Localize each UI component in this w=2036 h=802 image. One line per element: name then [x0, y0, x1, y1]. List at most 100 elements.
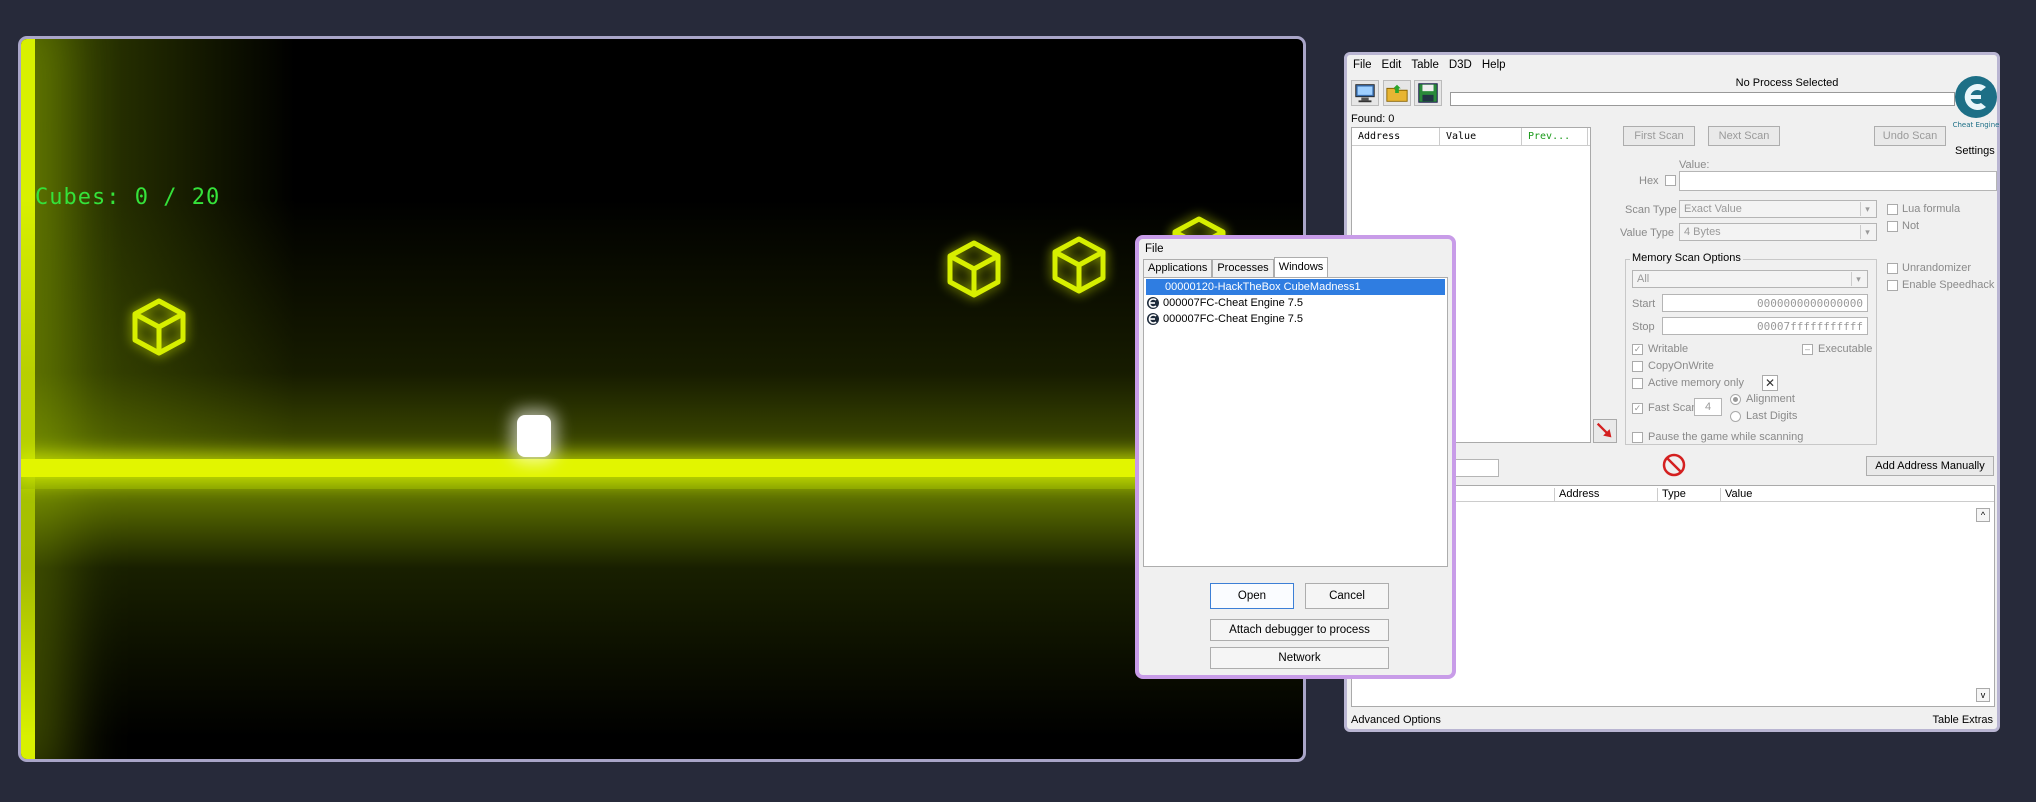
save-icon [1418, 83, 1438, 103]
stop-scan-button[interactable] [1661, 453, 1687, 477]
value-type-value: 4 Bytes [1684, 226, 1721, 238]
tab-applications[interactable]: Applications [1143, 259, 1213, 277]
stop-address-input[interactable]: 00007fffffffffff [1662, 317, 1868, 335]
lua-formula-label: Lua formula [1902, 203, 1961, 215]
executable-label: Executable [1818, 343, 1873, 355]
scan-type-label: Scan Type [1625, 204, 1677, 216]
unrandomizer-label: Unrandomizer [1902, 262, 1972, 274]
alignment-label: Alignment [1746, 393, 1795, 405]
executable-checkbox[interactable]: – [1802, 344, 1813, 355]
not-checkbox[interactable] [1887, 221, 1898, 232]
menu-file[interactable]: File [1353, 59, 1372, 75]
scan-type-value: Exact Value [1684, 203, 1742, 215]
hex-label: Hex [1639, 175, 1659, 187]
memory-region-value: All [1637, 273, 1650, 285]
column-type[interactable]: Type [1657, 488, 1719, 502]
pause-game-label: Pause the game while scanning [1648, 431, 1804, 443]
undo-scan-button[interactable]: Undo Scan [1874, 126, 1946, 146]
column-address[interactable]: Address [1554, 488, 1654, 502]
scroll-down-icon[interactable]: v [1976, 688, 1990, 702]
fast-scan-input[interactable]: 4 [1694, 398, 1722, 416]
cheat-engine-icon [1147, 297, 1159, 309]
unrandomizer-checkbox[interactable] [1887, 263, 1898, 274]
process-name: 000007FC-Cheat Engine 7.5 [1163, 297, 1304, 309]
scan-value-input[interactable] [1679, 171, 1997, 191]
column-address[interactable]: Address [1352, 128, 1440, 145]
column-value[interactable]: Value [1440, 128, 1522, 145]
process-row[interactable]: 00000120-HackTheBox CubeMadness1 [1146, 279, 1445, 295]
process-list[interactable]: 00000120-HackTheBox CubeMadness1 000007F… [1143, 277, 1448, 567]
menu-help[interactable]: Help [1482, 59, 1506, 75]
stop-label: Stop [1632, 321, 1655, 333]
last-digits-label: Last Digits [1746, 410, 1798, 422]
neon-floor [21, 459, 1303, 477]
fast-scan-checkbox[interactable]: ✓ [1632, 403, 1643, 414]
menu-table[interactable]: Table [1411, 59, 1439, 75]
cube-counter: Cubes: 0 / 20 [35, 185, 221, 210]
computer-icon [1355, 84, 1375, 103]
wireframe-cube-icon [131, 297, 187, 357]
writable-label: Writable [1648, 343, 1689, 355]
process-row[interactable]: 000007FC-Cheat Engine 7.5 [1144, 311, 1447, 327]
active-memory-label: Active memory only [1648, 377, 1744, 389]
process-row[interactable]: 000007FC-Cheat Engine 7.5 [1144, 295, 1447, 311]
fast-scan-label: Fast Scan [1648, 402, 1698, 414]
wireframe-cube-icon [1051, 235, 1107, 295]
dialog-title[interactable]: File [1145, 243, 1164, 255]
start-address-input[interactable]: 0000000000000000 [1662, 294, 1868, 312]
column-value[interactable]: Value [1720, 488, 1920, 502]
value-type-select[interactable]: 4 Bytes ▾ [1679, 223, 1877, 241]
writable-checkbox[interactable]: ✓ [1632, 344, 1643, 355]
found-list-header: Address Value Prev... [1352, 128, 1590, 146]
chevron-down-icon: ▾ [1851, 272, 1865, 286]
next-scan-button[interactable]: Next Scan [1708, 126, 1780, 146]
memory-scan-options: Memory Scan Options All ▾ Start 000000000… [1625, 252, 1877, 445]
game-window[interactable]: Cubes: 0 / 20 [18, 36, 1306, 762]
cheat-engine-logo[interactable]: Cheat Engine [1953, 73, 1999, 131]
hex-checkbox[interactable] [1665, 175, 1676, 186]
table-extras-link[interactable]: Table Extras [1932, 714, 1993, 726]
chevron-down-icon: ▾ [1860, 225, 1874, 239]
open-button[interactable]: Open [1210, 583, 1294, 609]
network-button[interactable]: Network [1210, 647, 1389, 669]
menu-edit[interactable]: Edit [1382, 59, 1402, 75]
attach-debugger-button[interactable]: Attach debugger to process [1210, 619, 1389, 641]
cancel-button[interactable]: Cancel [1305, 583, 1389, 609]
column-previous[interactable]: Prev... [1522, 128, 1588, 145]
value-type-label: Value Type [1620, 227, 1675, 239]
scan-type-select[interactable]: Exact Value ▾ [1679, 200, 1877, 218]
save-button[interactable] [1414, 80, 1442, 106]
not-label: Not [1902, 220, 1920, 232]
scan-progress-bar [1450, 92, 1955, 106]
wireframe-cube-icon [946, 239, 1002, 299]
active-memory-checkbox[interactable] [1632, 378, 1643, 389]
alignment-radio[interactable] [1730, 394, 1741, 405]
open-file-button[interactable] [1383, 80, 1411, 106]
advanced-options-link[interactable]: Advanced Options [1351, 714, 1441, 726]
last-digits-radio[interactable] [1730, 411, 1741, 422]
dialog-tabs: Applications Processes Windows [1143, 257, 1329, 279]
pause-game-checkbox[interactable] [1632, 432, 1643, 443]
chevron-down-icon: ▾ [1860, 202, 1874, 216]
svg-text:Cheat Engine: Cheat Engine [1953, 121, 1999, 129]
menu-d3d[interactable]: D3D [1449, 59, 1472, 75]
tab-windows[interactable]: Windows [1273, 257, 1329, 277]
close-icon[interactable]: ✕ [1762, 375, 1778, 391]
tab-processes[interactable]: Processes [1212, 259, 1274, 277]
process-title: No Process Selected [1735, 77, 1839, 89]
first-scan-button[interactable]: First Scan [1623, 126, 1695, 146]
menu-bar: File Edit Table D3D Help [1353, 59, 1506, 75]
add-address-manually-button[interactable]: Add Address Manually [1866, 456, 1994, 476]
settings-link[interactable]: Settings [1955, 145, 1995, 157]
process-list-dialog: File Applications Processes Windows 0000… [1135, 235, 1456, 679]
copyonwrite-label: CopyOnWrite [1648, 360, 1714, 372]
open-process-button[interactable] [1351, 80, 1379, 106]
memory-region-select[interactable]: All ▾ [1632, 270, 1868, 288]
copyonwrite-checkbox[interactable] [1632, 361, 1643, 372]
cheat-engine-icon [1147, 313, 1159, 325]
lua-formula-checkbox[interactable] [1887, 204, 1898, 215]
floor-glow-top [21, 199, 1303, 489]
scroll-up-icon[interactable]: ^ [1976, 508, 1990, 522]
add-to-list-button[interactable] [1593, 419, 1617, 443]
speedhack-checkbox[interactable] [1887, 280, 1898, 291]
